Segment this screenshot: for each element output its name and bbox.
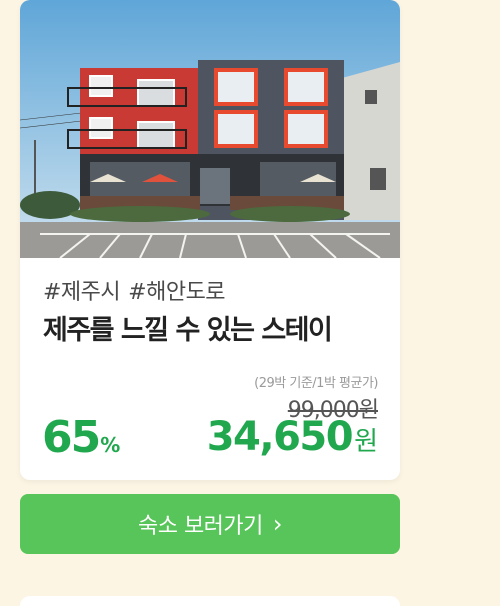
chevron-right-icon: › <box>272 510 283 538</box>
listing-title: 제주를 느낄 수 있는 스테이 <box>43 315 333 346</box>
listing-tags: #제주시 #해안도로 <box>43 274 226 306</box>
view-stay-label: 숙소 보러가기 <box>137 514 263 539</box>
next-listing-card-edge <box>20 596 400 606</box>
discount-unit: % <box>100 433 121 457</box>
price-note: (29박 기준/1박 평균가) <box>254 376 378 391</box>
price-value: 34,650 <box>206 414 354 460</box>
price-unit: 원 <box>354 427 378 457</box>
listing-card[interactable]: #제주시 #해안도로 제주를 느낄 수 있는 스테이 (29박 기준/1박 평균가… <box>20 0 400 480</box>
tag-road[interactable]: #해안도로 <box>128 280 225 305</box>
listing-photo[interactable] <box>20 0 400 258</box>
sale-price: 34,650원 <box>207 414 378 460</box>
discount-value: 65 <box>42 412 101 463</box>
view-stay-button[interactable]: 숙소 보러가기 › <box>20 494 400 554</box>
tag-city[interactable]: #제주시 <box>43 280 121 305</box>
discount-rate: 65% <box>42 412 120 463</box>
